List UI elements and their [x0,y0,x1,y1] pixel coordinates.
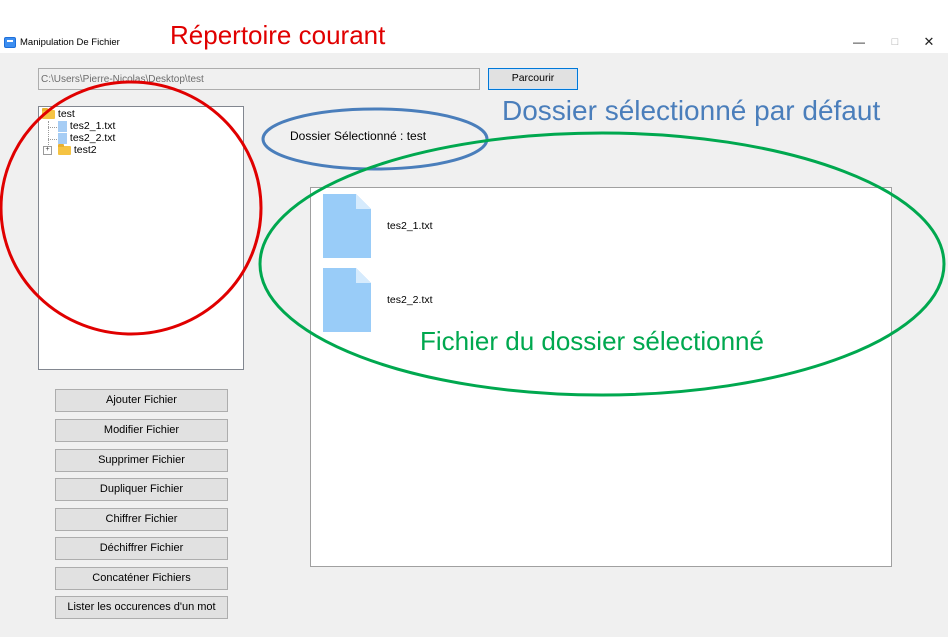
annotation-selected-files: Fichier du dossier sélectionné [420,326,764,356]
default-folder-highlight [261,107,489,171]
current-directory-highlight [0,80,263,336]
annotation-default-selected: Dossier sélectionné par défaut [502,95,881,126]
annotation-current-directory: Répertoire courant [170,20,386,50]
